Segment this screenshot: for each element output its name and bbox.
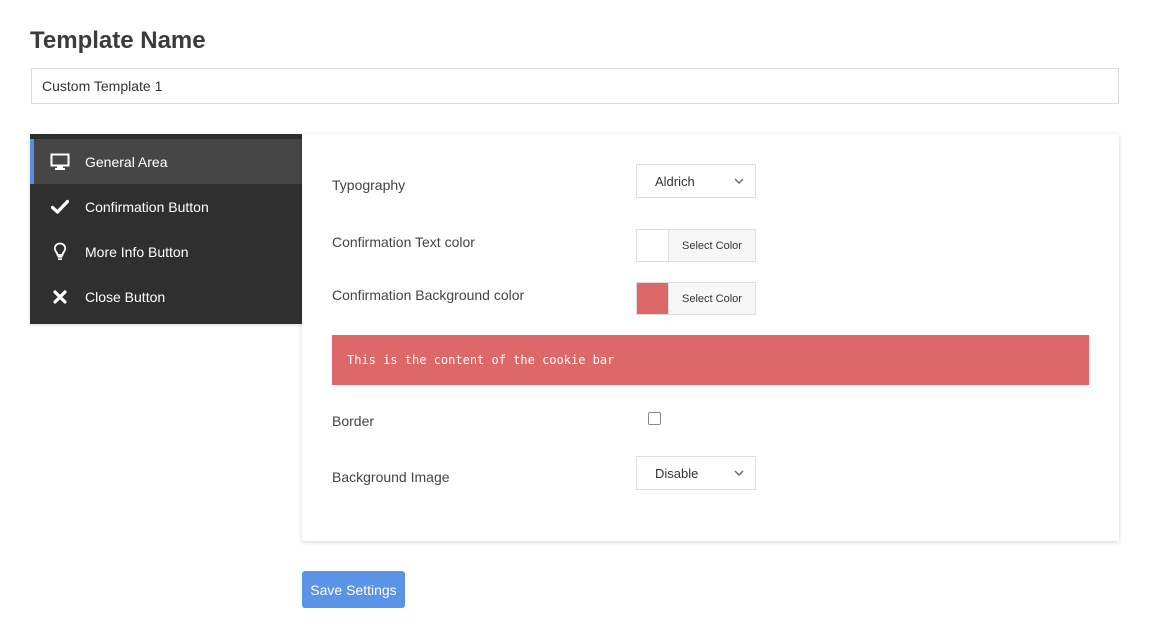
sidebar-item-general-area[interactable]: General Area — [30, 139, 302, 184]
template-name-input[interactable] — [31, 68, 1119, 104]
chevron-down-icon — [734, 178, 744, 184]
bg-color-select-button[interactable]: Select Color — [669, 283, 755, 314]
chevron-down-icon — [734, 470, 744, 476]
save-settings-button[interactable]: Save Settings — [302, 571, 405, 608]
typography-select[interactable]: Aldrich — [636, 164, 756, 198]
cookie-bar-preview: This is the content of the cookie bar — [332, 335, 1089, 385]
sidebar-item-label: General Area — [85, 153, 168, 170]
border-checkbox[interactable] — [648, 412, 661, 425]
bg-image-label: Background Image — [332, 469, 450, 485]
monitor-icon — [50, 152, 70, 172]
sidebar-item-label: Confirmation Button — [85, 198, 209, 215]
bg-color-swatch — [637, 283, 669, 314]
page-title: Template Name — [30, 27, 206, 54]
sidebar-item-confirmation-button[interactable]: Confirmation Button — [30, 184, 302, 229]
text-color-select-button[interactable]: Select Color — [669, 230, 755, 261]
sidebar: General Area Confirmation Button More In… — [30, 134, 302, 324]
checkmark-icon — [50, 197, 70, 217]
sidebar-item-label: Close Button — [85, 288, 166, 305]
border-label: Border — [332, 413, 375, 429]
page: Template Name General Area Confirmation … — [0, 0, 1149, 637]
typography-label: Typography — [332, 177, 406, 193]
settings-panel: Typography Aldrich Confirmation Text col… — [302, 134, 1119, 541]
bg-color-picker[interactable]: Select Color — [636, 282, 756, 315]
typography-value: Aldrich — [655, 173, 695, 189]
lightbulb-icon — [50, 242, 70, 262]
bg-image-select[interactable]: Disable — [636, 456, 756, 490]
sidebar-item-close-button[interactable]: Close Button — [30, 274, 302, 319]
bg-image-value: Disable — [655, 465, 699, 481]
text-color-label: Confirmation Text color — [332, 234, 475, 250]
text-color-picker[interactable]: Select Color — [636, 229, 756, 262]
close-icon — [50, 287, 70, 307]
sidebar-item-more-info-button[interactable]: More Info Button — [30, 229, 302, 274]
sidebar-item-label: More Info Button — [85, 243, 189, 260]
text-color-swatch — [637, 230, 669, 261]
bg-color-label: Confirmation Background color — [332, 287, 525, 303]
